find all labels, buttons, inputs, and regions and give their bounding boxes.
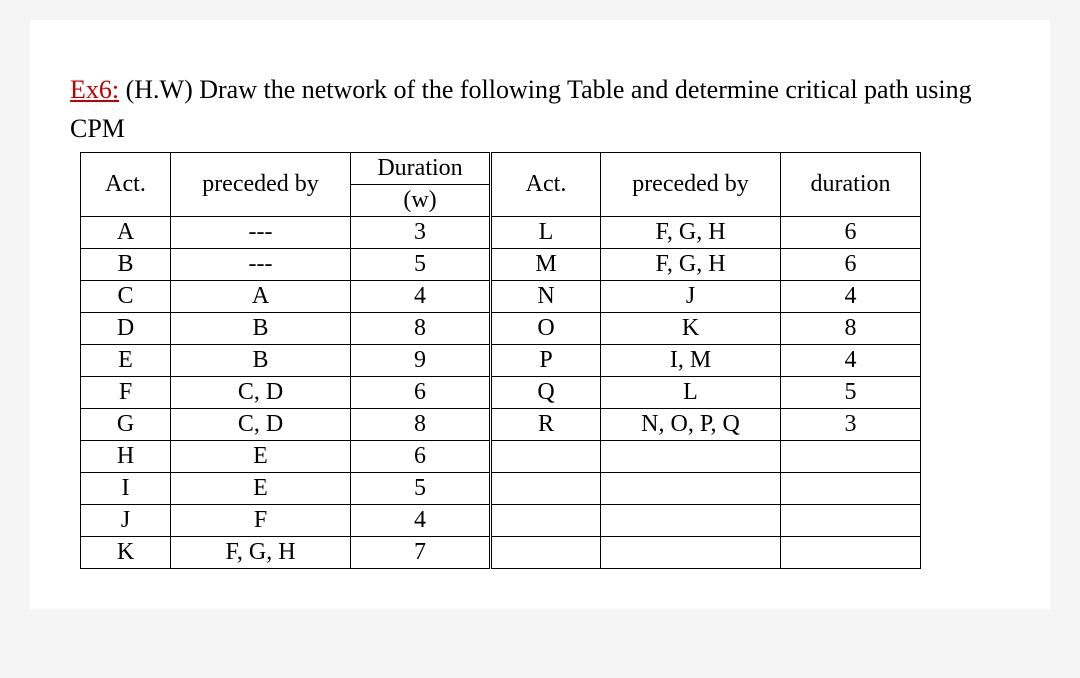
cell-left-duration: 3 [351,217,491,249]
table-row: FC, D6QL5 [81,377,921,409]
cell-left-preceded: F [171,505,351,537]
cell-right-activity [491,505,601,537]
cell-right-preceded [601,473,781,505]
cell-left-preceded: --- [171,249,351,281]
table-body: A---3LF, G, H6B---5MF, G, H6CA4NJ4DB8OK8… [81,217,921,569]
cell-right-preceded: F, G, H [601,249,781,281]
cell-left-duration: 7 [351,537,491,569]
cell-right-activity [491,537,601,569]
cell-left-preceded: A [171,281,351,313]
cell-right-duration [781,441,921,473]
cell-right-duration: 3 [781,409,921,441]
cell-left-activity: C [81,281,171,313]
cell-left-activity: G [81,409,171,441]
table-row: GC, D8RN, O, P, Q3 [81,409,921,441]
hdr-right-activity: Act. [491,153,601,217]
cell-left-activity: B [81,249,171,281]
cell-right-activity: N [491,281,601,313]
cell-left-preceded: C, D [171,409,351,441]
exercise-label: Ex6: [70,75,119,104]
cell-right-duration: 6 [781,217,921,249]
cell-right-duration: 8 [781,313,921,345]
cell-right-duration: 4 [781,345,921,377]
cell-right-activity [491,441,601,473]
cell-right-activity: P [491,345,601,377]
cell-left-activity: F [81,377,171,409]
cell-left-duration: 9 [351,345,491,377]
cell-left-activity: K [81,537,171,569]
cell-right-duration: 6 [781,249,921,281]
table-row: DB8OK8 [81,313,921,345]
cell-right-activity: M [491,249,601,281]
cell-left-preceded: B [171,313,351,345]
cell-left-activity: H [81,441,171,473]
cell-right-preceded: L [601,377,781,409]
hdr-right-preceded: preceded by [601,153,781,217]
table-row: A---3LF, G, H6 [81,217,921,249]
cell-left-duration: 6 [351,441,491,473]
cell-left-preceded: E [171,441,351,473]
cell-left-preceded: E [171,473,351,505]
exercise-prompt: Ex6: (H.W) Draw the network of the follo… [70,70,1010,148]
cell-right-duration [781,505,921,537]
cell-left-activity: A [81,217,171,249]
table-row: HE6 [81,441,921,473]
cell-left-activity: E [81,345,171,377]
cell-right-activity: O [491,313,601,345]
hdr-left-duration: Duration [351,153,491,185]
cell-right-preceded: I, M [601,345,781,377]
cell-right-activity [491,473,601,505]
cell-right-duration [781,473,921,505]
cell-right-preceded: F, G, H [601,217,781,249]
hdr-right-duration: duration [781,153,921,217]
cell-right-activity: R [491,409,601,441]
cell-left-activity: J [81,505,171,537]
cell-right-duration [781,537,921,569]
table-row: B---5MF, G, H6 [81,249,921,281]
cell-right-activity: Q [491,377,601,409]
cell-left-duration: 4 [351,281,491,313]
exercise-text: (H.W) Draw the network of the following … [70,75,972,143]
cell-left-duration: 6 [351,377,491,409]
cell-left-duration: 8 [351,313,491,345]
cell-left-preceded: B [171,345,351,377]
cpm-table: Act. preceded by Duration Act. preceded … [80,152,921,569]
cell-left-preceded: F, G, H [171,537,351,569]
cell-left-preceded: C, D [171,377,351,409]
cell-right-preceded [601,441,781,473]
page: Ex6: (H.W) Draw the network of the follo… [30,20,1050,609]
cell-right-preceded: J [601,281,781,313]
cell-right-preceded: K [601,313,781,345]
cell-right-duration: 4 [781,281,921,313]
cell-left-activity: I [81,473,171,505]
table-row: JF4 [81,505,921,537]
cell-right-activity: L [491,217,601,249]
cell-left-activity: D [81,313,171,345]
table-row: CA4NJ4 [81,281,921,313]
cell-left-duration: 5 [351,473,491,505]
cell-left-duration: 5 [351,249,491,281]
hdr-left-duration-unit: (w) [351,185,491,217]
cell-left-duration: 8 [351,409,491,441]
cell-left-preceded: --- [171,217,351,249]
table-header: Act. preceded by Duration Act. preceded … [81,153,921,217]
hdr-left-activity: Act. [81,153,171,217]
cell-right-duration: 5 [781,377,921,409]
table-row: KF, G, H7 [81,537,921,569]
cell-right-preceded [601,537,781,569]
table-row: EB9PI, M4 [81,345,921,377]
cell-right-preceded: N, O, P, Q [601,409,781,441]
table-row: IE5 [81,473,921,505]
cell-right-preceded [601,505,781,537]
cell-left-duration: 4 [351,505,491,537]
hdr-left-preceded: preceded by [171,153,351,217]
